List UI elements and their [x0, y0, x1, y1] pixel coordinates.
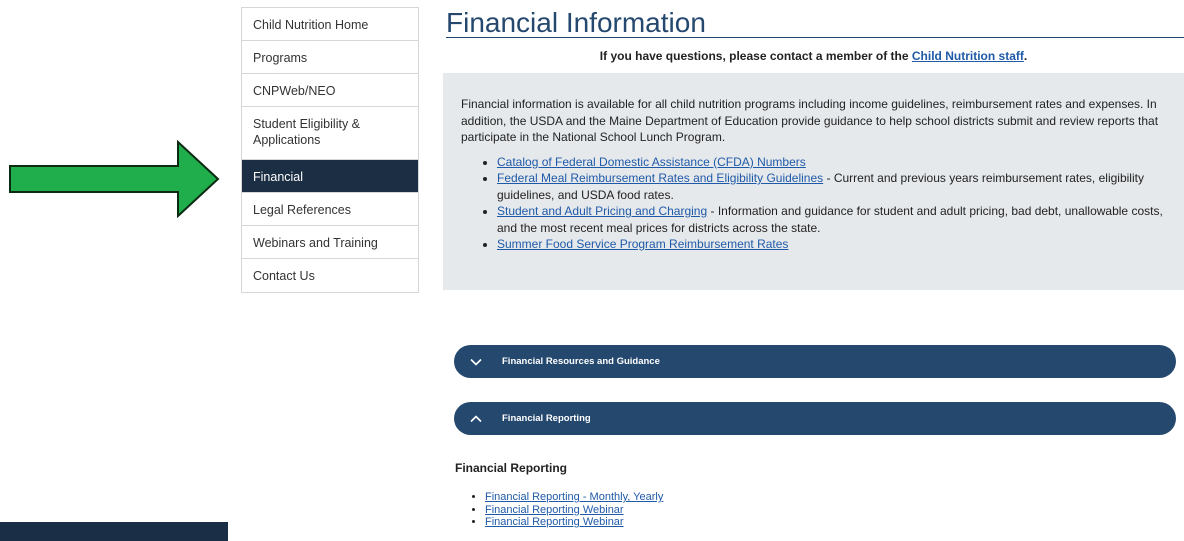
child-nutrition-staff-link[interactable]: Child Nutrition staff — [912, 49, 1024, 63]
list-item: Federal Meal Reimbursement Rates and Eli… — [497, 170, 1168, 203]
reporting-monthly-yearly-link[interactable]: Financial Reporting - Monthly, Yearly — [485, 491, 663, 503]
reporting-webinar-link[interactable]: Financial Reporting Webinar — [485, 504, 624, 516]
list-item: Summer Food Service Program Reimbursemen… — [497, 236, 1168, 253]
accordion-financial-reporting[interactable]: Financial Reporting — [454, 402, 1176, 435]
pricing-charging-link[interactable]: Student and Adult Pricing and Charging — [497, 204, 707, 218]
chevron-up-icon — [468, 411, 484, 427]
list-item: Financial Reporting Webinar — [485, 504, 663, 517]
sidebar-nav: Child Nutrition Home Programs CNPWeb/NEO… — [241, 7, 419, 293]
list-item: Financial Reporting Webinar — [485, 516, 663, 529]
contact-line: If you have questions, please contact a … — [599, 49, 1028, 63]
chevron-down-icon — [468, 354, 484, 370]
sidebar-item-financial[interactable]: Financial — [242, 160, 418, 193]
financial-reporting-heading: Financial Reporting — [455, 461, 568, 475]
intro-text: Financial information is available for a… — [461, 97, 1159, 144]
accordion-financial-resources[interactable]: Financial Resources and Guidance — [454, 345, 1176, 378]
green-right-arrow-icon — [9, 140, 220, 218]
list-item: Financial Reporting - Monthly, Yearly — [485, 491, 663, 504]
sidebar-item-legal-references[interactable]: Legal References — [242, 193, 418, 226]
list-item: Student and Adult Pricing and Charging -… — [497, 203, 1168, 236]
sidebar-item-programs[interactable]: Programs — [242, 41, 418, 74]
list-item: Catalog of Federal Domestic Assistance (… — [497, 154, 1168, 171]
accordion-label: Financial Reporting — [502, 413, 591, 424]
sidebar-item-child-nutrition-home[interactable]: Child Nutrition Home — [242, 8, 418, 41]
financial-info-box: Financial information is available for a… — [443, 73, 1184, 290]
cfda-numbers-link[interactable]: Catalog of Federal Domestic Assistance (… — [497, 155, 806, 169]
reimbursement-rates-link[interactable]: Federal Meal Reimbursement Rates and Eli… — [497, 171, 823, 185]
summer-food-rates-link[interactable]: Summer Food Service Program Reimbursemen… — [497, 237, 788, 251]
reporting-webinar-link-2[interactable]: Financial Reporting Webinar — [485, 516, 624, 528]
sidebar-item-student-eligibility[interactable]: Student Eligibility & Applications — [242, 107, 418, 160]
accordion-label: Financial Resources and Guidance — [502, 356, 660, 367]
sidebar-item-contact-us[interactable]: Contact Us — [242, 259, 418, 292]
main-content: Financial Information If you have questi… — [443, 0, 1184, 528]
financial-links-list: Catalog of Federal Domestic Assistance (… — [461, 154, 1168, 253]
sidebar-item-webinars-training[interactable]: Webinars and Training — [242, 226, 418, 259]
financial-reporting-list: Financial Reporting - Monthly, Yearly Fi… — [455, 491, 663, 529]
sidebar-item-cnpweb-neo[interactable]: CNPWeb/NEO — [242, 74, 418, 107]
footer-bar — [0, 522, 228, 541]
page-title: Financial Information — [446, 0, 1184, 38]
